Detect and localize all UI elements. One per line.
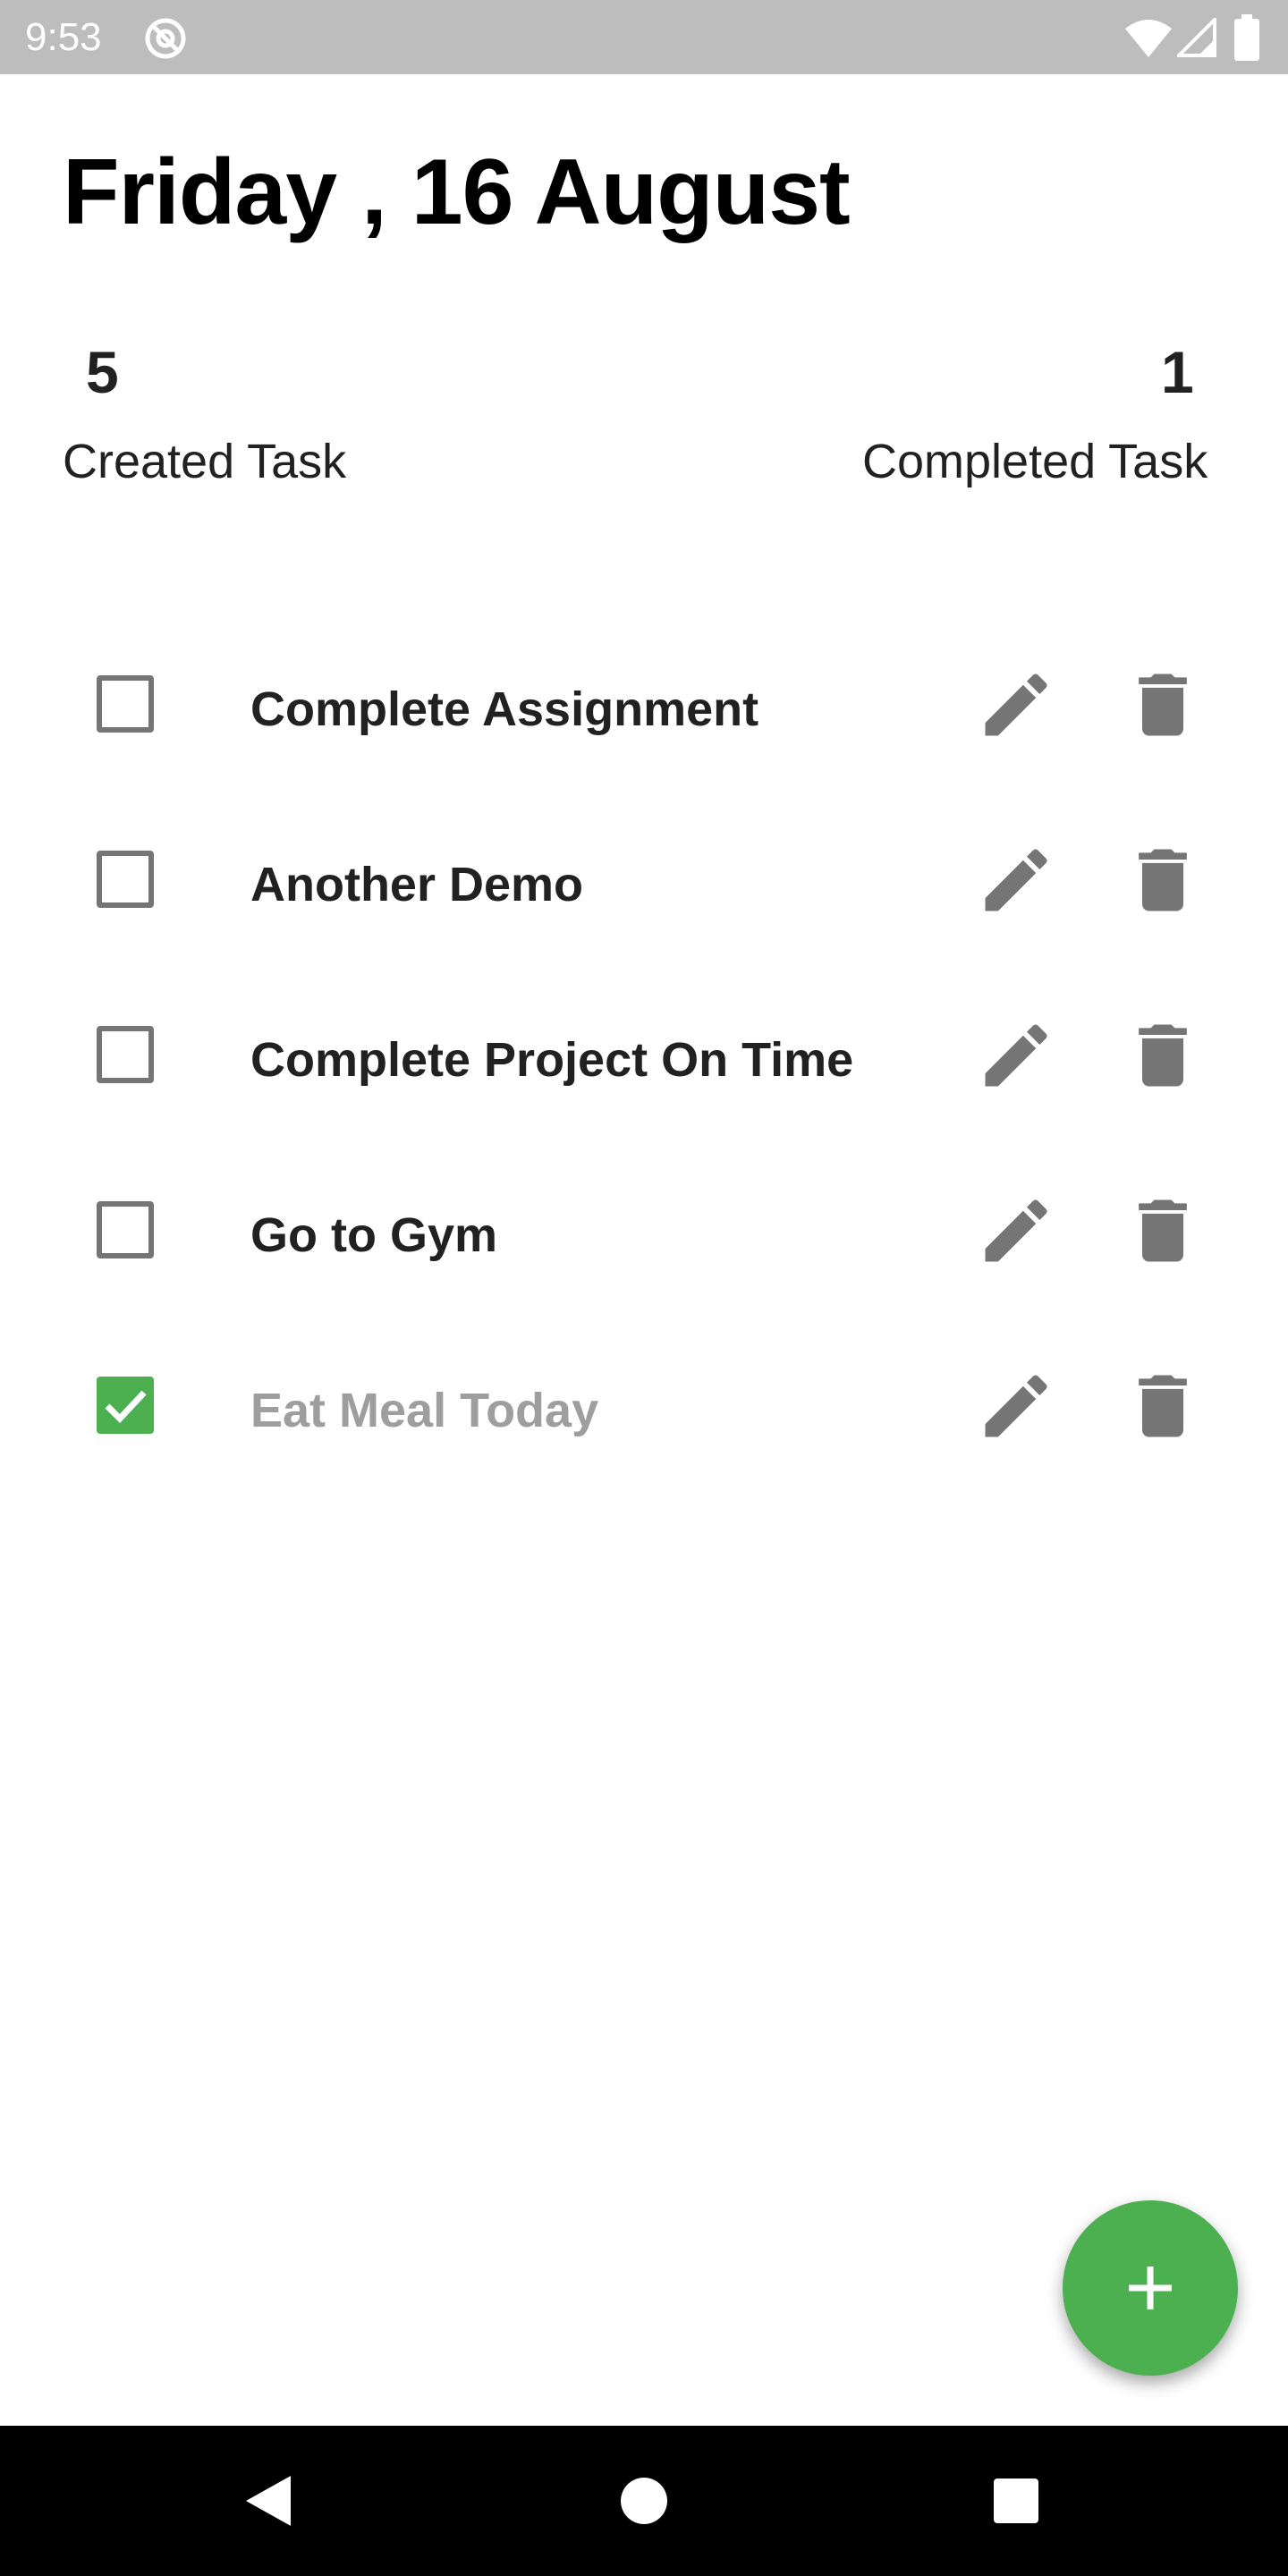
task-title: Another Demo — [250, 858, 584, 911]
created-task-label: Created Task — [63, 435, 347, 488]
trash-icon[interactable] — [1122, 664, 1204, 746]
task-checkbox[interactable] — [97, 851, 154, 908]
completed-task-label: Completed Task — [862, 435, 1208, 488]
pencil-icon[interactable] — [975, 839, 1057, 921]
task-title: Complete Project On Time — [250, 1033, 854, 1087]
home-button[interactable] — [572, 2426, 716, 2576]
task-checkbox[interactable] — [97, 1201, 154, 1258]
task-row[interactable]: Another Demo — [0, 798, 1288, 973]
add-task-button[interactable] — [1063, 2200, 1238, 2376]
back-icon — [246, 2476, 291, 2526]
cell-signal-icon — [1177, 18, 1216, 57]
wifi-icon — [1125, 20, 1172, 57]
at-sign-icon — [145, 18, 186, 59]
pencil-icon[interactable] — [975, 1190, 1057, 1272]
trash-icon[interactable] — [1122, 1014, 1204, 1097]
task-title: Complete Assignment — [250, 682, 759, 736]
pencil-icon[interactable] — [975, 1365, 1057, 1447]
page-title: Friday , 16 August — [63, 140, 851, 244]
task-title: Go to Gym — [250, 1208, 498, 1262]
plus-icon — [1129, 2267, 1172, 2309]
back-button[interactable] — [197, 2426, 340, 2576]
task-row[interactable]: Go to Gym — [0, 1148, 1288, 1324]
status-bar: 9:53 — [0, 0, 1288, 74]
completed-task-count: 1 — [1161, 339, 1194, 405]
task-checkbox-checked[interactable] — [97, 1377, 154, 1434]
status-time: 9:53 — [25, 15, 102, 59]
created-task-count: 5 — [86, 339, 119, 405]
task-row[interactable]: Complete Assignment — [0, 623, 1288, 798]
task-checkbox[interactable] — [97, 1026, 154, 1083]
pencil-icon[interactable] — [975, 664, 1057, 746]
checkmark-icon — [105, 1390, 147, 1424]
trash-icon[interactable] — [1122, 1365, 1204, 1447]
recents-icon — [994, 2479, 1038, 2523]
battery-icon — [1234, 14, 1259, 61]
task-checkbox[interactable] — [97, 675, 154, 733]
recents-button[interactable] — [945, 2426, 1088, 2576]
pencil-icon[interactable] — [975, 1014, 1057, 1097]
trash-icon[interactable] — [1122, 839, 1204, 921]
task-row[interactable]: Eat Meal Today — [0, 1324, 1288, 1499]
task-row[interactable]: Complete Project On Time — [0, 973, 1288, 1148]
task-title: Eat Meal Today — [250, 1384, 599, 1437]
navigation-bar — [0, 2426, 1288, 2576]
home-icon — [621, 2478, 667, 2524]
trash-icon[interactable] — [1122, 1190, 1204, 1272]
